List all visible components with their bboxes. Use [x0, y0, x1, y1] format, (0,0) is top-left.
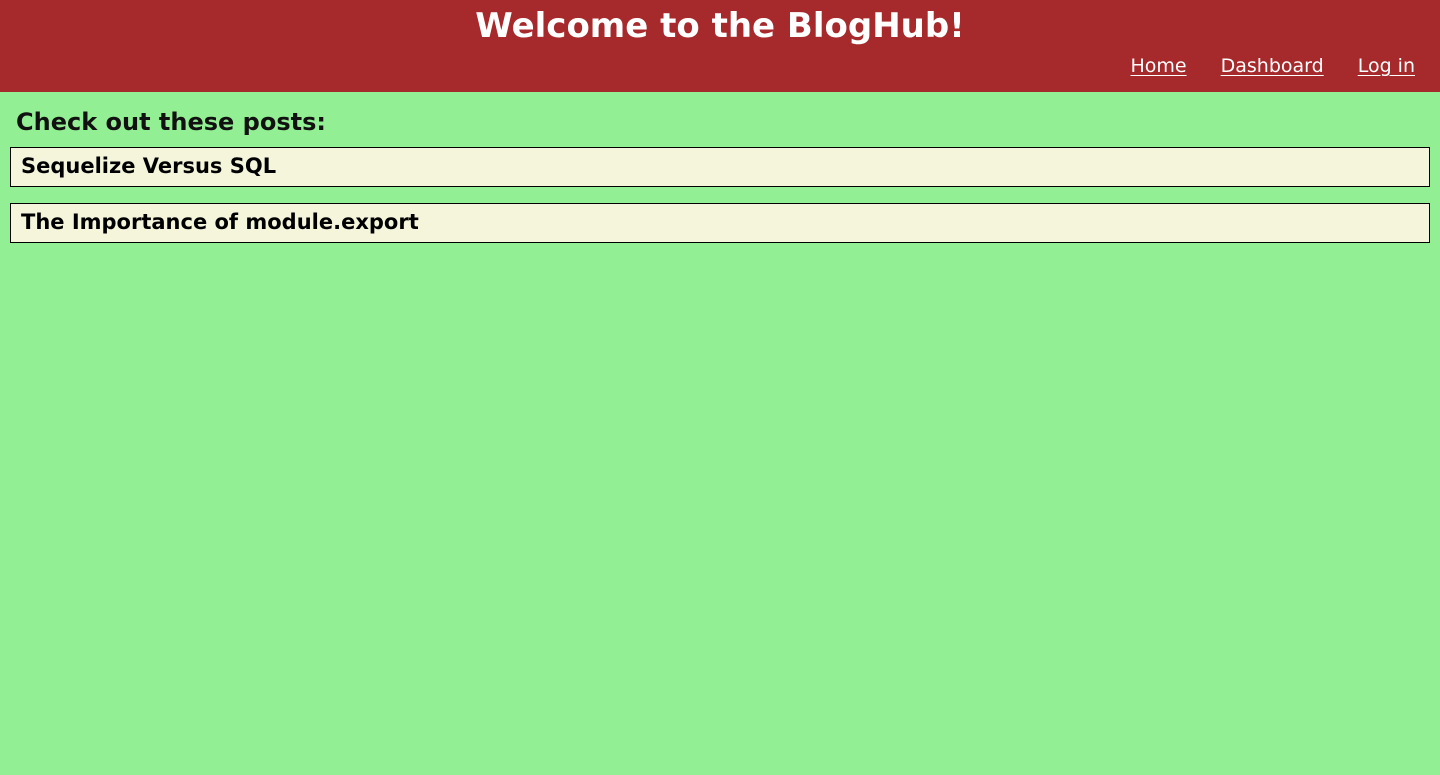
site-header: Welcome to the BlogHub! Home Dashboard L…	[0, 0, 1440, 92]
posts-heading: Check out these posts:	[16, 108, 326, 136]
nav-link-dashboard[interactable]: Dashboard	[1221, 51, 1324, 81]
post-card[interactable]: Sequelize Versus SQL	[10, 147, 1430, 187]
nav-link-login[interactable]: Log in	[1358, 51, 1415, 81]
main-content: Check out these posts: Sequelize Versus …	[0, 92, 1440, 243]
post-card[interactable]: The Importance of module.export	[10, 203, 1430, 243]
site-title: Welcome to the BlogHub!	[475, 6, 965, 46]
post-title[interactable]: Sequelize Versus SQL	[21, 148, 1419, 184]
nav-link-home[interactable]: Home	[1131, 51, 1187, 81]
post-list: Sequelize Versus SQL The Importance of m…	[10, 147, 1430, 243]
post-title[interactable]: The Importance of module.export	[21, 204, 1419, 240]
main-nav: Home Dashboard Log in	[1131, 51, 1416, 81]
